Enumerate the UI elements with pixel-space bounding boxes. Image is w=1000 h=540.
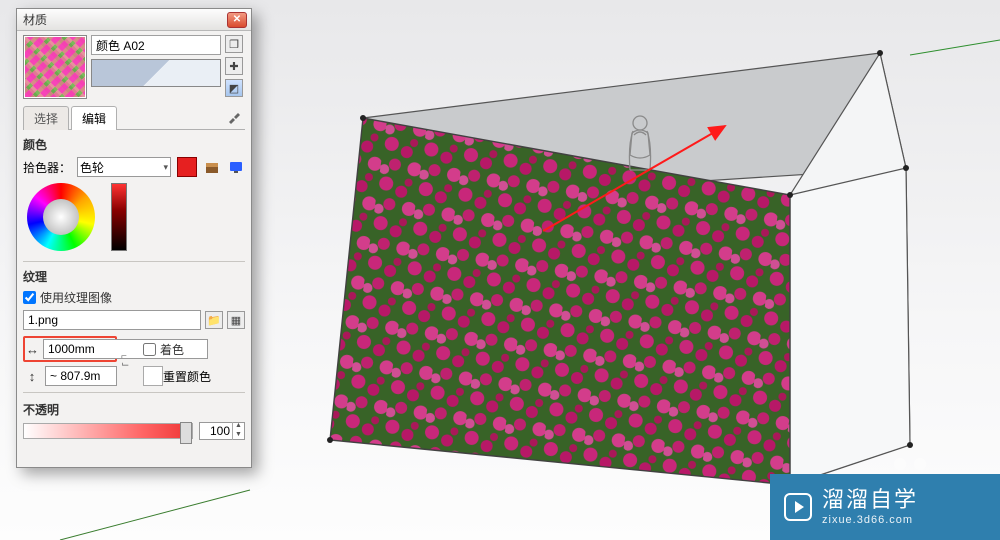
material-thumbnail[interactable] [23, 35, 87, 99]
use-texture-input[interactable] [23, 291, 36, 304]
reset-color-label: 重置颜色 [163, 368, 245, 385]
texture-height-input[interactable] [45, 366, 117, 386]
chevron-down-icon: ▾ [163, 162, 168, 173]
panel-titlebar[interactable]: 材质 ✕ [17, 9, 251, 31]
opacity-slider[interactable] [23, 423, 193, 439]
colorize-label: 着色 [160, 341, 184, 358]
color-wheel[interactable] [27, 183, 95, 251]
opacity-title: 不透明 [23, 401, 245, 418]
opacity-value: 100 [200, 424, 232, 438]
browse-file-icon[interactable]: 📁 [205, 311, 223, 329]
current-color-swatch[interactable] [177, 157, 197, 177]
close-icon[interactable]: ✕ [227, 12, 247, 28]
value-slider[interactable] [111, 183, 127, 251]
decorative-dots [894, 458, 926, 470]
opacity-value-box[interactable]: 100 ▲▼ [199, 422, 245, 440]
width-icon: ↔ [26, 342, 39, 357]
viewport-3d[interactable]: 材质 ✕ ❐ ✚ ◩ 选择 编辑 [0, 0, 1000, 540]
tabs: 选择 编辑 [23, 105, 245, 130]
materials-panel: 材质 ✕ ❐ ✚ ◩ 选择 编辑 [16, 8, 252, 468]
match-object-color-icon[interactable] [203, 158, 221, 176]
picker-type-select[interactable]: 色轮 ▾ [77, 157, 171, 177]
divider [23, 261, 245, 262]
create-material-button[interactable]: ✚ [225, 57, 243, 75]
opacity-section: 不透明 100 ▲▼ [23, 401, 245, 440]
material-name-input[interactable] [91, 35, 221, 55]
opacity-spinner[interactable]: ▲▼ [232, 422, 244, 440]
reset-color-swatch[interactable] [143, 366, 163, 386]
eyedropper-icon[interactable] [223, 108, 245, 129]
tab-edit[interactable]: 编辑 [71, 106, 117, 130]
display-secondary-button[interactable]: ❐ [225, 35, 243, 53]
tab-select[interactable]: 选择 [23, 106, 69, 130]
play-icon [784, 493, 812, 521]
picker-label: 拾色器： [23, 159, 71, 176]
watermark-cn: 溜溜自学 [822, 487, 918, 513]
use-texture-label: 使用纹理图像 [40, 289, 112, 306]
texture-section: 纹理 使用纹理图像 📁 ▦ ↔ ⌐⌙ [23, 268, 245, 386]
width-highlight: ↔ [23, 336, 117, 362]
color-section-title: 颜色 [23, 136, 245, 153]
divider-2 [23, 392, 245, 393]
match-screen-color-icon[interactable] [227, 158, 245, 176]
color-section: 颜色 拾色器： 色轮 ▾ [23, 136, 245, 255]
edit-image-icon[interactable]: ▦ [227, 311, 245, 329]
aspect-lock-icon[interactable]: ⌐⌙ [121, 353, 139, 369]
add-to-model-button[interactable]: ◩ [225, 79, 243, 97]
height-icon: ↕ [23, 369, 41, 384]
watermark: 溜溜自学 zixue.3d66.com [770, 474, 1000, 540]
colorize-input[interactable] [143, 343, 156, 356]
default-material-swatch[interactable] [91, 59, 221, 87]
picker-select-value: 色轮 [80, 159, 104, 176]
texture-file-input[interactable] [23, 310, 201, 330]
texture-section-title: 纹理 [23, 268, 245, 285]
use-texture-checkbox[interactable]: 使用纹理图像 [23, 289, 245, 306]
colorize-checkbox[interactable]: 着色 [143, 341, 245, 358]
watermark-en: zixue.3d66.com [822, 514, 918, 527]
panel-title: 材质 [21, 11, 227, 28]
